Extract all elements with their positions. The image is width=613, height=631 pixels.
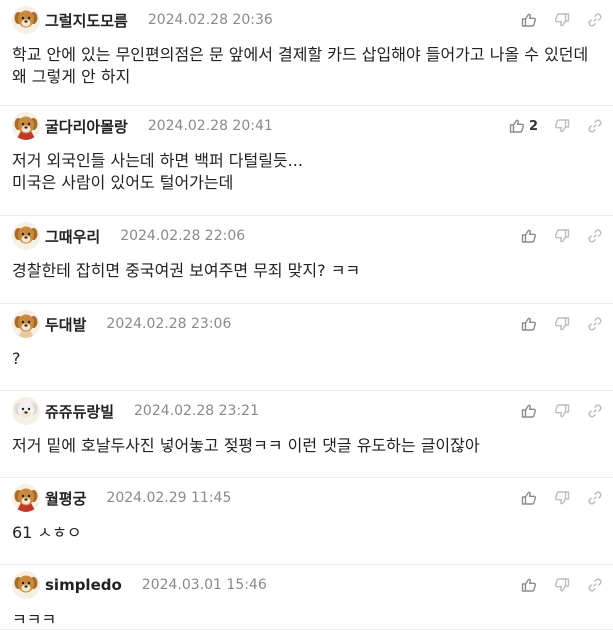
nickname[interactable]: 그때우리 <box>45 226 100 247</box>
comment-header: 그때우리 2024.02.28 22:06 <box>12 222 245 250</box>
link-icon <box>587 403 603 419</box>
comment-actions <box>521 571 613 599</box>
comment-date: 2024.02.28 20:36 <box>147 12 273 28</box>
comment-text: ? <box>12 349 21 368</box>
dislike-button[interactable] <box>554 222 587 250</box>
comment-date: 2024.03.01 15:46 <box>141 577 267 593</box>
comment-item: 두대발 2024.02.28 23:06? <box>0 304 613 391</box>
avatar[interactable] <box>12 310 40 338</box>
thumbs-down-icon <box>554 403 570 419</box>
thumbs-up-icon <box>521 228 537 244</box>
avatar[interactable] <box>12 112 40 140</box>
comment-text: 61 ㅅㅎㅇ <box>12 523 82 542</box>
dislike-button[interactable] <box>554 397 587 425</box>
comment-item: 쥬쥬듀랑빌 2024.02.28 23:21 저거 밑에 호날두사진 넣어놓고 젖평… <box>0 391 613 478</box>
avatar[interactable] <box>12 484 40 512</box>
comment-actions <box>521 484 613 512</box>
thumbs-up-icon <box>521 490 537 506</box>
comment-text: 저거 외국인들 사는데 하면 백퍼 다털릴듯... 미국은 사람이 있어도 털어… <box>12 151 303 192</box>
comment-header: 굴다리아몰랑 2024.02.28 20:41 <box>12 112 273 140</box>
share-link-button[interactable] <box>587 6 613 34</box>
like-button[interactable] <box>521 310 554 338</box>
comment-actions: 2 <box>509 112 613 140</box>
comment-date: 2024.02.28 23:21 <box>134 403 259 419</box>
thumbs-down-icon <box>554 577 570 593</box>
nickname[interactable]: simpledo <box>45 576 122 594</box>
link-icon <box>587 316 603 332</box>
like-button[interactable] <box>521 484 554 512</box>
comment-text: 학교 안에 있는 무인편의점은 문 앞에서 결제할 카드 삽입해야 들어가고 나… <box>12 45 594 86</box>
avatar[interactable] <box>12 397 40 425</box>
like-button[interactable]: 2 <box>509 112 554 140</box>
avatar[interactable] <box>12 571 40 599</box>
comment-date: 2024.02.29 11:45 <box>106 490 232 506</box>
nickname[interactable]: 쥬쥬듀랑빌 <box>45 401 114 422</box>
thumbs-down-icon <box>554 12 570 28</box>
thumbs-up-icon <box>521 316 537 332</box>
comment-date: 2024.02.28 22:06 <box>120 228 246 244</box>
comment-item: 그때우리 2024.02.28 22:06 경찰한테 잡히면 중국여권 보여주면 무… <box>0 216 613 304</box>
like-button[interactable] <box>521 6 554 34</box>
link-icon <box>587 490 603 506</box>
dislike-button[interactable] <box>554 310 587 338</box>
link-icon <box>587 228 603 244</box>
dislike-button[interactable] <box>554 571 587 599</box>
thumbs-down-icon <box>554 490 570 506</box>
thumbs-up-icon <box>521 403 537 419</box>
like-button[interactable] <box>521 571 554 599</box>
thumbs-down-icon <box>554 228 570 244</box>
dislike-button[interactable] <box>554 112 587 140</box>
comment-header: 월평궁 2024.02.29 11:45 <box>12 484 231 512</box>
like-count: 2 <box>529 118 539 134</box>
share-link-button[interactable] <box>587 571 613 599</box>
dislike-button[interactable] <box>554 484 587 512</box>
thumbs-up-icon <box>521 577 537 593</box>
link-icon <box>587 12 603 28</box>
comment-item: 월평궁 2024.02.29 11:45 61 ㅅㅎㅇ <box>0 478 613 565</box>
comment-list: 그럴지도모름 2024.02.28 20:36 학교 안에 있는 무인편의점은 문 … <box>0 0 613 630</box>
comment-item: 그럴지도모름 2024.02.28 20:36 학교 안에 있는 무인편의점은 문 … <box>0 0 613 106</box>
comment-actions <box>521 397 613 425</box>
comment-header: 두대발 2024.02.28 23:06 <box>12 310 231 338</box>
nickname[interactable]: 두대발 <box>45 314 86 335</box>
comment-actions <box>521 222 613 250</box>
comment-text: 경찰한테 잡히면 중국여권 보여주면 무죄 맞지? ㅋㅋ <box>12 261 361 280</box>
share-link-button[interactable] <box>587 397 613 425</box>
like-button[interactable] <box>521 397 554 425</box>
thumbs-down-icon <box>554 118 570 134</box>
thumbs-up-icon <box>509 118 525 134</box>
comment-text: 저거 밑에 호날두사진 넣어놓고 젖평ㅋㅋ 이런 댓글 유도하는 글이잖아 <box>12 436 480 455</box>
comment-actions <box>521 310 613 338</box>
comment-item: 굴다리아몰랑 2024.02.28 20:41 2 저거 외국인들 사는데 하면 백퍼… <box>0 106 613 216</box>
share-link-button[interactable] <box>587 222 613 250</box>
nickname[interactable]: 굴다리아몰랑 <box>45 116 128 137</box>
nickname[interactable]: 월평궁 <box>45 488 86 509</box>
avatar[interactable] <box>12 6 40 34</box>
nickname[interactable]: 그럴지도모름 <box>45 10 128 31</box>
share-link-button[interactable] <box>587 310 613 338</box>
share-link-button[interactable] <box>587 112 613 140</box>
thumbs-up-icon <box>521 12 537 28</box>
comment-header: 쥬쥬듀랑빌 2024.02.28 23:21 <box>12 397 259 425</box>
comment-actions <box>521 6 613 34</box>
comment-date: 2024.02.28 20:41 <box>147 118 273 134</box>
thumbs-down-icon <box>554 316 570 332</box>
comment-text: ㅋㅋㅋ <box>12 610 57 629</box>
comment-date: 2024.02.28 23:06 <box>106 316 232 332</box>
avatar[interactable] <box>12 222 40 250</box>
comment-item: simpledo 2024.03.01 15:46 ㅋㅋㅋ <box>0 565 613 630</box>
comment-header: simpledo 2024.03.01 15:46 <box>12 571 267 599</box>
link-icon <box>587 118 603 134</box>
share-link-button[interactable] <box>587 484 613 512</box>
comment-header: 그럴지도모름 2024.02.28 20:36 <box>12 6 273 34</box>
like-button[interactable] <box>521 222 554 250</box>
link-icon <box>587 577 603 593</box>
dislike-button[interactable] <box>554 6 587 34</box>
